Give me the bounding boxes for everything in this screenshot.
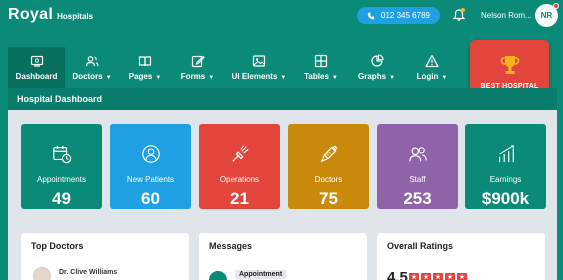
brand-name: Royal [8, 6, 54, 23]
nav-label: UI Elements ▼ [231, 72, 287, 81]
star-icon: ★ [421, 273, 431, 280]
doctor-name[interactable]: Dr. Clive Williams [59, 269, 117, 276]
nav-item-login[interactable]: Login ▼ [405, 47, 459, 88]
stat-card-appointments[interactable]: Appointments 49 [21, 124, 102, 209]
trophy-icon [500, 55, 519, 74]
panel-title: Top Doctors [31, 241, 84, 251]
nav-label: Login ▼ [416, 72, 448, 81]
stat-label: Operations [219, 175, 260, 184]
doctor-avatar[interactable] [33, 267, 51, 280]
nav-label: Pages ▼ [128, 72, 162, 81]
stat-label: New Patients [126, 175, 175, 184]
star-icon: ★ [457, 273, 467, 280]
user-avatar[interactable]: NR [535, 3, 559, 27]
rating-value: 4.5 [387, 269, 408, 280]
stat-label: Doctors [314, 175, 343, 184]
star-icon: ★ [445, 273, 455, 280]
nav-label: Graphs ▼ [358, 72, 395, 81]
dashboard-icon [30, 55, 43, 67]
brand-logo[interactable]: Royal Hospitals [8, 6, 93, 24]
stat-label: Earnings [489, 175, 522, 184]
users-icon [85, 56, 99, 67]
nav-item-tables[interactable]: Tables ▼ [294, 47, 348, 88]
dashboard-content: Appointments 49 New Patients 60 Operatio… [8, 110, 557, 280]
message-avatar[interactable] [209, 271, 227, 280]
stat-value: 75 [319, 189, 338, 208]
status-dot [553, 3, 559, 9]
panel-title: Messages [209, 241, 253, 251]
brand-subtitle: Hospitals [57, 12, 94, 21]
notification-dot [461, 8, 465, 12]
nav-label: Dashboard [15, 72, 58, 81]
avatar-initials: NR [540, 11, 553, 20]
top-bar: Royal Hospitals 012 345 6789 Nelson Rom.… [0, 0, 563, 32]
top-doctors-panel: Top Doctors Dr. Clive Williams [21, 233, 189, 280]
phone-button[interactable]: 012 345 6789 [357, 7, 440, 24]
patient-icon [141, 145, 160, 163]
panel-title: Overall Ratings [387, 241, 454, 251]
edit-icon [191, 55, 205, 68]
staff-icon [408, 147, 427, 162]
book-icon [138, 56, 152, 67]
stat-card-new-patients[interactable]: New Patients 60 [110, 124, 191, 209]
phone-number: 012 345 6789 [381, 11, 430, 20]
stat-label: Appointments [37, 175, 86, 184]
messages-panel: Messages Appointment [199, 233, 367, 280]
page-title: Hospital Dashboard [8, 88, 557, 110]
notifications-button[interactable] [452, 8, 466, 22]
stat-value: 49 [52, 189, 71, 208]
stat-value: $900k [481, 189, 530, 208]
calendar-clock-icon [52, 145, 71, 164]
pie-chart-icon [370, 54, 384, 67]
star-icon: ★ [433, 273, 443, 280]
warning-icon [425, 54, 439, 68]
stat-card-staff[interactable]: Staff 253 [377, 124, 458, 209]
stat-card-operations[interactable]: Operations 21 [199, 124, 280, 209]
stat-value: 60 [141, 189, 160, 208]
user-name[interactable]: Nelson Rom... [481, 11, 532, 20]
nav-item-doctors[interactable]: Doctors ▼ [65, 47, 119, 88]
ratings-panel: Overall Ratings 4.5 ★ ★ ★ ★ ★ [377, 233, 545, 280]
image-icon [252, 55, 266, 67]
stat-label: Staff [409, 175, 426, 184]
stat-value: 21 [230, 189, 249, 208]
syringe-icon [320, 145, 338, 163]
nav-item-pages[interactable]: Pages ▼ [119, 47, 171, 88]
star-icon: ★ [409, 273, 419, 280]
message-type-badge: Appointment [235, 270, 287, 279]
stat-card-doctors[interactable]: Doctors 75 [288, 124, 369, 209]
nav-label: Forms ▼ [180, 72, 215, 81]
nav-item-dashboard[interactable]: Dashboard [8, 47, 65, 88]
main-nav: Dashboard Doctors ▼ Pages ▼ Forms ▼ UI Elem… [8, 47, 474, 88]
nav-item-forms[interactable]: Forms ▼ [171, 47, 224, 88]
growth-icon [498, 145, 514, 163]
stat-card-earnings[interactable]: Earnings $900k [465, 124, 546, 209]
surgery-icon [231, 145, 249, 162]
rating-stars: ★ ★ ★ ★ ★ [409, 273, 467, 280]
nav-label: Doctors ▼ [72, 72, 112, 81]
nav-item-ui-elements[interactable]: UI Elements ▼ [224, 47, 294, 88]
nav-item-graphs[interactable]: Graphs ▼ [348, 47, 405, 88]
phone-icon [367, 12, 375, 19]
nav-label: Tables ▼ [304, 72, 338, 81]
stat-value: 253 [403, 189, 432, 208]
grid-icon [314, 54, 328, 68]
